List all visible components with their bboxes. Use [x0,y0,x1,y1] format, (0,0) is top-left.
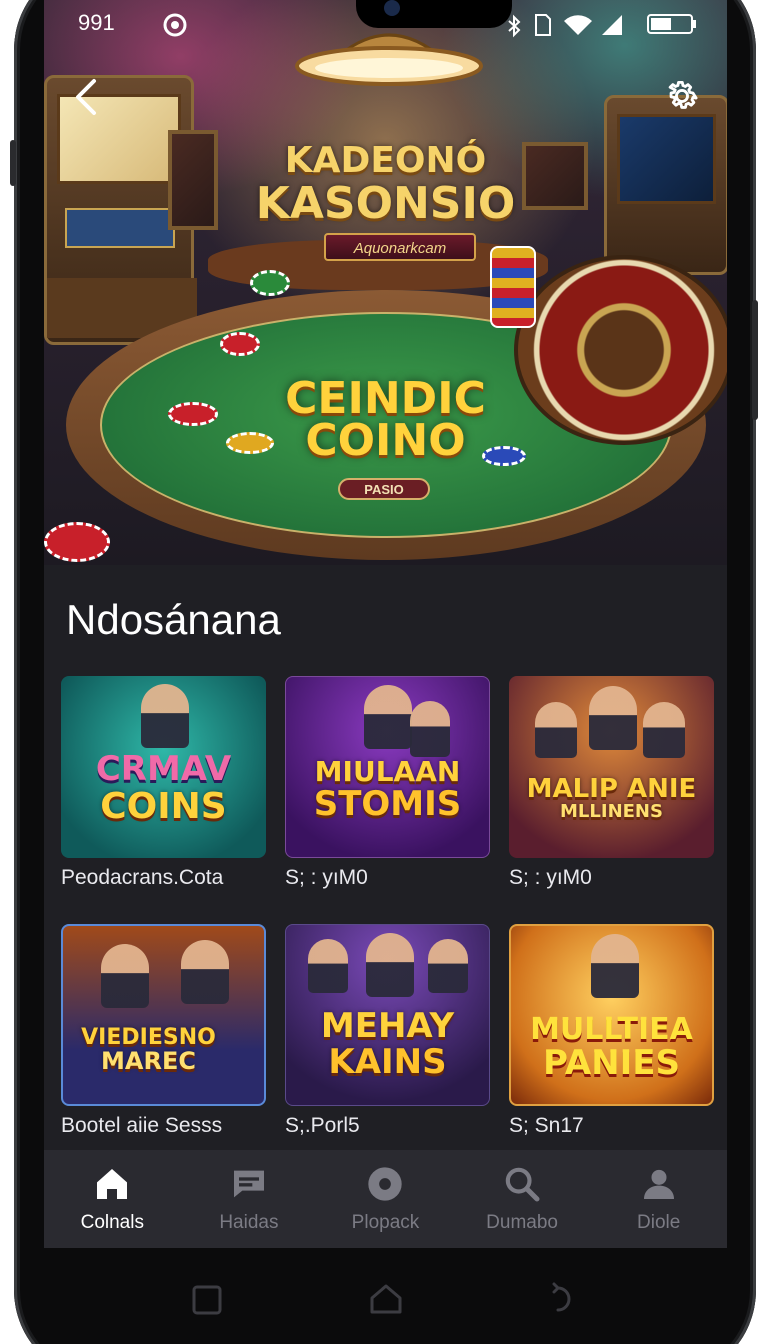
game-thumbnail[interactable]: MEHAY KAINS [285,924,490,1106]
game-card[interactable]: MALIP ANIE MLLINENS S; : yıM0 [509,676,714,890]
chip-decoration [220,332,260,356]
chip-decoration [250,270,290,296]
home-button-icon[interactable] [368,1282,404,1316]
wifi-icon [564,15,592,35]
volume-button [10,140,16,186]
nav-label: Dumabo [486,1212,558,1233]
game-thumbnail-title: MIULAAN STOMIS [313,755,462,824]
chevron-left-icon [76,79,96,115]
nav-item-haidas[interactable]: Haidas [181,1150,318,1248]
settings-button[interactable] [660,74,704,118]
nav-item-colnals[interactable]: Colnals [44,1150,181,1248]
chat-icon [233,1170,264,1198]
bottom-nav: Colnals Haidas Plopack Dumabo Diole [44,1150,727,1248]
character-figure [591,934,639,998]
hero-logo-text: CEINDIC COINO [44,373,727,466]
game-thumbnail-title: MALIP ANIE MLLINENS [526,773,697,823]
nav-item-dumabo[interactable]: Dumabo [454,1150,591,1248]
section-title: Ndosánana [66,596,281,643]
nav-label: Haidas [219,1212,279,1233]
character-figure [364,685,412,749]
game-thumbnail-title: MULLTIEA PANIES [530,1012,693,1083]
app-screen: KADEONÓ KASONSIO Aquonarkcam CEINDIC COI… [44,0,727,1248]
status-bar: 991 [78,6,696,38]
game-thumbnail-title: VIEDIESNO MAREC [81,1024,216,1075]
game-card[interactable]: MULLTIEA PANIES S; Sn17 [509,924,714,1138]
nav-label: Colnals [80,1212,144,1233]
game-card-label: S; : yıM0 [509,866,592,889]
game-card-label: Bootel aiie Sesss [61,1114,223,1137]
hero-banner[interactable]: KADEONÓ KASONSIO Aquonarkcam CEINDIC COI… [44,0,727,565]
game-card-label: Peodacrans.Cota [61,866,224,889]
game-thumbnail[interactable]: CRMAV COINS [61,676,266,858]
bluetooth-icon [508,14,521,38]
chip-decoration [44,522,110,562]
back-nav-icon[interactable] [546,1282,580,1316]
hero-logo-line1: CEINDIC [285,373,486,424]
hero-ribbon: Aquonarkcam [324,233,476,261]
nav-item-plopack[interactable]: Plopack [317,1150,454,1248]
gear-icon [668,80,698,109]
power-button [752,300,758,420]
game-thumbnail[interactable]: VIEDIESNO MAREC [61,924,266,1106]
character-figure [101,944,149,1008]
hero-pill-badge: PASIO [338,478,430,500]
character-figure [366,933,414,997]
character-figure [535,702,577,758]
character-figure [308,939,348,993]
character-figure [181,940,229,1004]
signal-icon [602,15,622,35]
character-figure [410,701,450,757]
record-status-icon [163,13,187,37]
hero-logo-line2: COINO [305,415,466,466]
game-card-label: S; : yıM0 [285,866,368,889]
profile-icon [643,1169,674,1199]
character-figure [589,686,637,750]
record-icon [368,1167,403,1201]
chip-stack [490,246,536,328]
character-figure [643,702,685,758]
nav-label: Diole [637,1212,681,1233]
game-thumbnail[interactable]: MIULAAN STOMIS [285,676,490,858]
nav-item-diole[interactable]: Diole [590,1150,727,1248]
game-card-label: S; Sn17 [509,1114,584,1137]
back-button[interactable] [64,75,108,119]
sim-icon [535,14,551,36]
game-card[interactable]: MIULAAN STOMIS S; : yıM0 [285,676,490,890]
hero-title-line2: KASONSIO [255,178,516,229]
game-thumbnail-title: CRMAV COINS [95,749,232,827]
game-thumbnail[interactable]: MALIP ANIE MLLINENS [509,676,714,858]
hero-title-line1: KADEONÓ [284,140,487,181]
search-icon [505,1167,540,1202]
nav-label: Plopack [351,1212,420,1233]
game-card[interactable]: MEHAY KAINS S;.Porl5 [285,924,490,1138]
character-figure [428,939,468,993]
recent-apps-icon[interactable] [190,1283,224,1317]
character-figure [141,684,189,748]
game-thumbnail-title: MEHAY KAINS [320,1006,455,1082]
game-thumbnail[interactable]: MULLTIEA PANIES [509,924,714,1106]
home-icon [97,1169,128,1199]
game-card[interactable]: VIEDIESNO MAREC Bootel aiie Sesss [61,924,266,1138]
status-time: 991 [78,10,115,35]
game-card[interactable]: CRMAV COINS Peodacrans.Cota [61,676,266,890]
game-card-label: S;.Porl5 [285,1114,360,1137]
battery-icon [647,14,696,34]
system-nav-bar [44,1250,727,1344]
